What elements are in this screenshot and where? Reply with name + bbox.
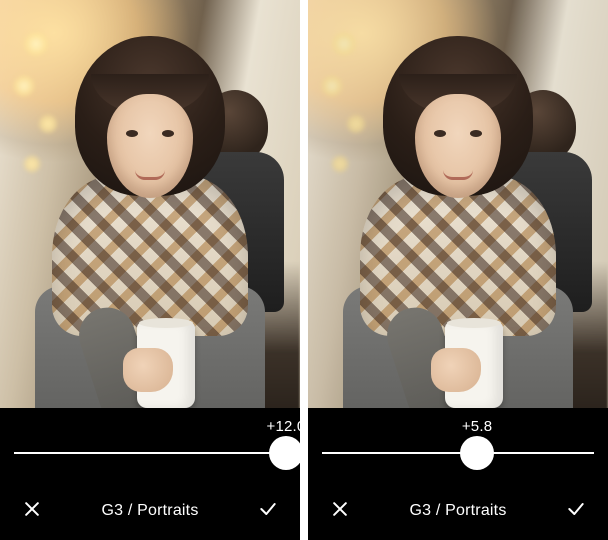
close-icon [22,499,42,524]
intensity-slider[interactable]: +12.0 [0,408,300,482]
slider-value-label: +5.8 [462,418,492,435]
slider-thumb[interactable] [269,436,300,470]
comparison-row: +12.0 G3 / Portraits [0,0,608,540]
editor-controls: +5.8 G3 / Portraits [308,408,608,540]
editor-panel-right: +5.8 G3 / Portraits [308,0,608,540]
action-bar: G3 / Portraits [0,482,300,540]
preset-label[interactable]: G3 / Portraits [101,502,198,520]
editor-controls: +12.0 G3 / Portraits [0,408,300,540]
slider-value-label: +12.0 [267,418,300,435]
check-icon [258,499,278,524]
slider-thumb[interactable] [460,436,494,470]
confirm-button[interactable] [562,497,590,525]
preset-label[interactable]: G3 / Portraits [409,502,506,520]
close-icon [330,499,350,524]
intensity-slider[interactable]: +5.8 [308,408,608,482]
photo-preview [308,0,608,412]
slider-track [322,452,594,454]
photo-preview [0,0,300,412]
confirm-button[interactable] [254,497,282,525]
cancel-button[interactable] [18,497,46,525]
check-icon [566,499,586,524]
editor-panel-left: +12.0 G3 / Portraits [0,0,300,540]
slider-track [14,452,286,454]
action-bar: G3 / Portraits [308,482,608,540]
cancel-button[interactable] [326,497,354,525]
